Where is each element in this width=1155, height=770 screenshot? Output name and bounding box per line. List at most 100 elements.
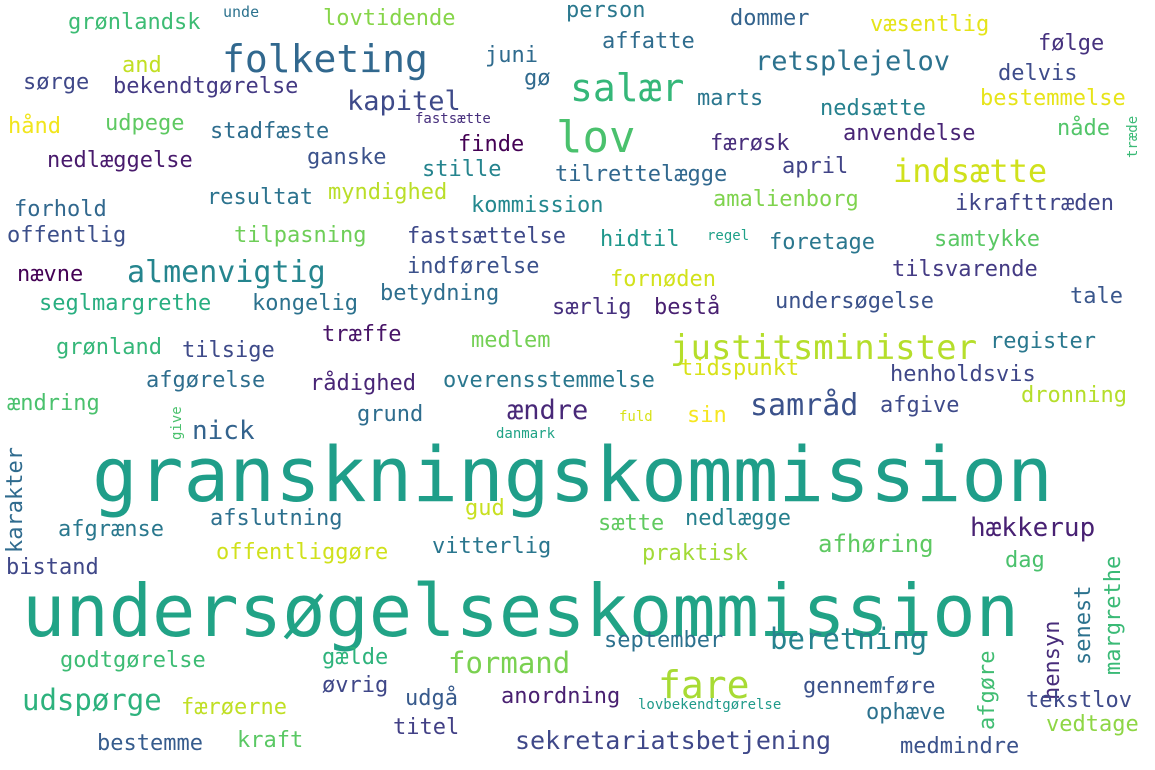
- word-folge: følge: [1038, 31, 1105, 56]
- word-folketing: folketing: [222, 37, 428, 81]
- word-sekretariatsbetjening: sekretariatsbetjening: [515, 726, 832, 755]
- word-afgraense: afgrænse: [58, 517, 164, 542]
- word-vaesentlig: væsentlig: [870, 12, 990, 37]
- word-lov: lov: [556, 112, 636, 163]
- word-fastsaettelse: fastsættelse: [407, 224, 566, 249]
- word-fuld: fuld: [619, 409, 653, 425]
- word-betydning: betydning: [380, 281, 500, 306]
- word-udsporge: udspørge: [22, 683, 162, 717]
- word-tale: tale: [1070, 284, 1123, 309]
- word-lovbekendtgorelse: lovbekendtgørelse: [638, 697, 782, 713]
- word-margrethe: margrethe: [1101, 555, 1126, 675]
- word-indsaette: indsætte: [893, 152, 1048, 190]
- word-september: september: [604, 628, 724, 653]
- word-henholdsvis: henholdsvis: [890, 362, 1036, 387]
- word-vitterlig: vitterlig: [432, 534, 552, 559]
- word-go: gø: [524, 66, 551, 91]
- word-godtgorelse: godtgørelse: [60, 648, 206, 673]
- word-medmindre: medmindre: [900, 734, 1020, 759]
- word-traede: træde: [1125, 115, 1141, 158]
- word-dronning: dronning: [1021, 383, 1127, 408]
- word-karakter: karakter: [3, 447, 28, 553]
- word-forhold: forhold: [14, 197, 107, 222]
- word-granskningskommission: granskningskommission: [92, 430, 1053, 519]
- word-traeffe: træffe: [322, 322, 402, 347]
- word-nedlaeggelse: nedlæggelse: [47, 148, 193, 173]
- word-ganske: ganske: [307, 145, 387, 170]
- word-afgorelse: afgørelse: [146, 368, 266, 393]
- word-amalienborg: amalienborg: [713, 187, 859, 212]
- word-faerosk: færøsk: [710, 131, 790, 156]
- word-nick: nick: [192, 416, 255, 446]
- word-praktisk: praktisk: [642, 541, 748, 566]
- word-tilsvarende: tilsvarende: [892, 257, 1038, 282]
- word-kongelig: kongelig: [252, 291, 358, 316]
- word-person: person: [566, 0, 646, 23]
- word-gennemfore: gennemføre: [803, 674, 936, 699]
- word-sin: sin: [687, 403, 727, 428]
- word-dag: dag: [1005, 548, 1045, 573]
- word-almenvigtig: almenvigtig: [127, 255, 326, 290]
- word-samtykke: samtykke: [934, 227, 1040, 252]
- word-tilpasning: tilpasning: [234, 223, 367, 248]
- word-medlem: medlem: [471, 328, 551, 353]
- word-unde: unde: [223, 3, 260, 21]
- word-tilsige: tilsige: [182, 338, 275, 363]
- word-april: april: [782, 154, 849, 179]
- word-finde: finde: [458, 132, 525, 157]
- word-nedlaegge: nedlægge: [685, 506, 791, 531]
- word-tilrettelaegge: tilrettelægge: [555, 162, 728, 187]
- word-hand: hånd: [8, 114, 61, 139]
- word-lovtidende: lovtidende: [323, 6, 456, 31]
- word-besta: bestå: [654, 295, 721, 320]
- word-vedtage: vedtage: [1046, 712, 1139, 737]
- word-hidtil: hidtil: [600, 227, 680, 252]
- word-salaer: salær: [570, 66, 685, 110]
- word-afhoring: afhøring: [818, 530, 934, 558]
- word-kraft: kraft: [237, 728, 304, 753]
- word-kommission: kommission: [471, 193, 604, 218]
- word-titel: titel: [393, 715, 460, 740]
- word-senest: senest: [1071, 585, 1096, 665]
- word-offentliggore: offentliggøre: [216, 540, 389, 565]
- word-nade: nåde: [1057, 116, 1110, 141]
- word-affatte: affatte: [602, 29, 695, 54]
- word-gronland: grønland: [56, 335, 162, 360]
- word-haekkerup: hækkerup: [970, 513, 1096, 543]
- word-stadfaeste: stadfæste: [210, 119, 330, 144]
- word-aendre: ændre: [507, 395, 589, 426]
- word-offentlig: offentlig: [7, 223, 127, 248]
- word-myndighed: myndighed: [328, 180, 448, 205]
- word-sorge: sørge: [23, 70, 90, 95]
- word-grund: grund: [357, 402, 424, 427]
- word-beretning: beretning: [770, 622, 928, 656]
- word-undersogelse: undersøgelse: [775, 289, 934, 314]
- word-fornoden: fornøden: [610, 267, 716, 292]
- word-faeroerne: færøerne: [181, 695, 287, 720]
- word-foretage: foretage: [769, 230, 875, 255]
- word-indforelse: indførelse: [407, 254, 540, 279]
- word-seglmargrethe: seglmargrethe: [39, 291, 212, 316]
- word-tekstlov: tekstlov: [1026, 688, 1132, 713]
- word-tidspunkt: tidspunkt: [680, 356, 800, 381]
- word-saette: sætte: [598, 511, 665, 536]
- word-gronlandsk: grønlandsk: [68, 10, 201, 35]
- word-bistand: bistand: [6, 555, 99, 580]
- word-give: give: [169, 406, 185, 440]
- word-fastsaette: fastsætte: [415, 111, 491, 127]
- word-retsplejelov: retsplejelov: [755, 46, 951, 77]
- word-bestemme: bestemme: [97, 731, 203, 756]
- word-stille: stille: [422, 157, 502, 182]
- word-radighed: rådighed: [310, 371, 416, 396]
- word-gud: gud: [465, 496, 505, 521]
- word-afgive: afgive: [880, 393, 960, 418]
- word-overensstemmelse: overensstemmelse: [443, 368, 655, 393]
- word-anordning: anordning: [501, 684, 621, 709]
- word-bestemmelse: bestemmelse: [980, 86, 1126, 111]
- word-afslutning: afslutning: [210, 506, 343, 531]
- word-regel: regel: [707, 228, 750, 244]
- word-marts: marts: [697, 86, 764, 111]
- word-aendring: ændring: [7, 391, 100, 416]
- word-nedsaette: nedsætte: [820, 96, 926, 121]
- word-juni: juni: [485, 43, 538, 68]
